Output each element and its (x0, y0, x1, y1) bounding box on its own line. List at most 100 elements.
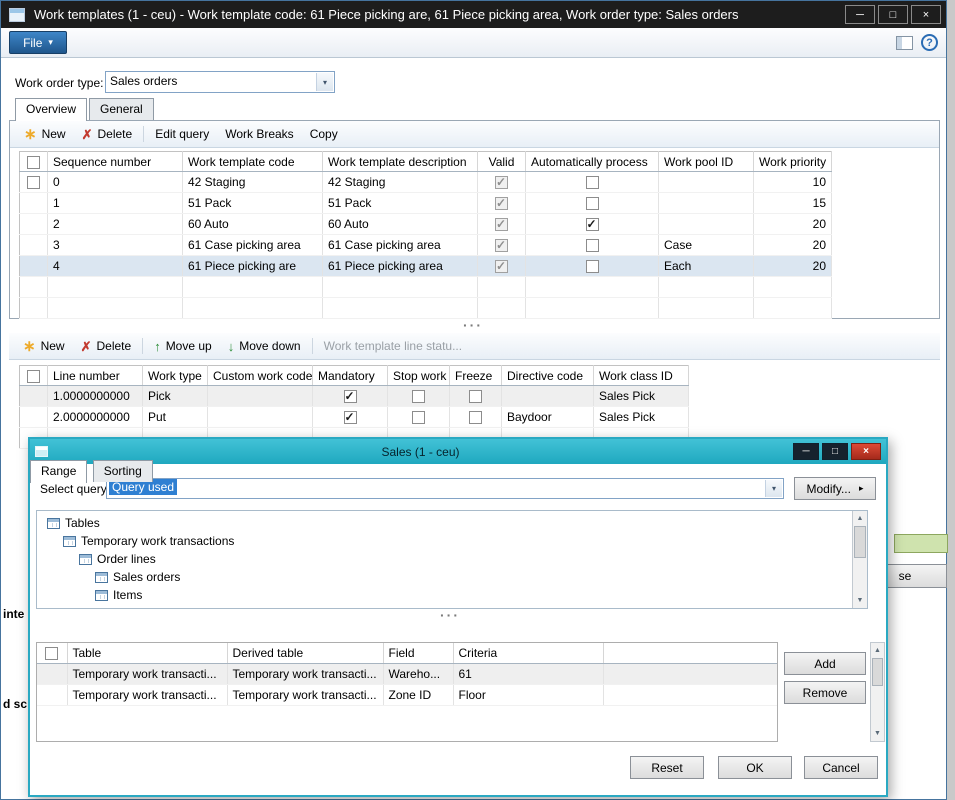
delete-button[interactable]: ✗ Delete (74, 124, 141, 144)
auto-process-checkbox[interactable] (586, 260, 599, 273)
maximize-button[interactable]: □ (878, 5, 908, 24)
row-select-checkbox[interactable] (27, 176, 40, 189)
mandatory-checkbox[interactable] (344, 390, 357, 403)
add-button[interactable]: Add (784, 652, 866, 675)
copy-button[interactable]: Copy (302, 124, 346, 144)
cancel-button[interactable]: Cancel (804, 756, 878, 779)
scroll-down-button[interactable]: ▼ (853, 593, 867, 608)
tree-item-items[interactable]: Items (37, 586, 852, 604)
dialog-minimize-button[interactable]: ─ (793, 443, 819, 460)
column-header[interactable]: Field (383, 643, 453, 663)
tree-scrollbar[interactable]: ▲ ▼ (852, 511, 867, 608)
tree-item-temporary-work-transactions[interactable]: Temporary work transactions (37, 532, 852, 550)
dialog-splitter[interactable]: ··· (440, 611, 460, 619)
new-button[interactable]: ∗ New (16, 124, 74, 145)
auto-process-checkbox[interactable] (586, 176, 599, 189)
ok-button[interactable]: OK (718, 756, 792, 779)
grid1-row[interactable]: 0 42 Staging 42 Staging 10 (20, 172, 832, 193)
select-all-cell[interactable] (20, 366, 48, 386)
range-scrollbar[interactable]: ▲ ▼ (870, 642, 885, 742)
grid1-row[interactable]: 3 61 Case picking area 61 Case picking a… (20, 235, 832, 256)
horizontal-splitter[interactable]: ··· (463, 321, 483, 329)
column-header[interactable]: Criteria (453, 643, 603, 663)
column-header[interactable]: Directive code (502, 366, 594, 386)
select-all-checkbox[interactable] (45, 647, 58, 660)
scroll-track[interactable] (871, 658, 884, 726)
close-button[interactable]: × (911, 5, 941, 24)
layout-icon[interactable] (896, 36, 913, 50)
help-icon[interactable]: ? (921, 34, 938, 51)
auto-process-checkbox[interactable] (586, 239, 599, 252)
stop-work-checkbox[interactable] (412, 390, 425, 403)
column-header[interactable]: Work class ID (594, 366, 689, 386)
column-header[interactable]: Mandatory (313, 366, 388, 386)
column-header[interactable]: Line number (48, 366, 143, 386)
scroll-down-button[interactable]: ▼ (871, 726, 884, 741)
grid1-header-row: Sequence number Work template code Work … (20, 152, 832, 172)
dialog-title: Sales (1 - ceu) (48, 445, 793, 459)
column-header[interactable]: Valid (478, 152, 526, 172)
grid1-row[interactable]: 1 51 Pack 51 Pack 15 (20, 193, 832, 214)
scroll-thumb[interactable] (872, 658, 883, 686)
stop-work-checkbox[interactable] (412, 411, 425, 424)
minimize-button[interactable]: ─ (845, 5, 875, 24)
grid2-row[interactable]: 2.0000000000 Put Baydoor Sales Pick (20, 407, 689, 428)
combo-arrow-icon[interactable]: ▾ (316, 73, 333, 91)
delete-line-button[interactable]: ✗ Delete (73, 336, 140, 356)
dialog-maximize-button[interactable]: □ (822, 443, 848, 460)
column-header[interactable]: Freeze (450, 366, 502, 386)
combo-arrow-icon[interactable]: ▾ (765, 480, 782, 497)
new-line-button[interactable]: ∗ New (15, 336, 73, 357)
work-order-type-select[interactable]: Sales orders ▾ (105, 71, 335, 93)
column-header[interactable]: Work type (143, 366, 208, 386)
scroll-track[interactable] (853, 526, 867, 593)
app-icon (9, 8, 25, 22)
auto-process-checkbox[interactable] (586, 218, 599, 231)
sales-query-dialog: Sales (1 - ceu) ─ □ × Select query: Quer… (28, 437, 888, 797)
remove-button[interactable]: Remove (784, 681, 866, 704)
column-header[interactable]: Work template description (323, 152, 478, 172)
move-up-button[interactable]: ↑ Move up (146, 336, 220, 356)
tab-general[interactable]: General (89, 98, 154, 120)
select-all-checkbox[interactable] (27, 156, 40, 169)
edit-query-button[interactable]: Edit query (147, 124, 217, 144)
column-header[interactable]: Derived table (227, 643, 383, 663)
tab-overview[interactable]: Overview (15, 98, 87, 121)
dialog-close-button[interactable]: × (851, 443, 881, 460)
tree-item-tables[interactable]: Tables (37, 514, 852, 532)
column-header[interactable]: Work pool ID (659, 152, 754, 172)
freeze-checkbox[interactable] (469, 411, 482, 424)
tree-item-order-lines[interactable]: Order lines (37, 550, 852, 568)
grid2-row[interactable]: 1.0000000000 Pick Sales Pick (20, 386, 689, 407)
column-header[interactable]: Custom work code (208, 366, 313, 386)
select-all-cell[interactable] (37, 643, 67, 663)
tree-item-sales-orders[interactable]: Sales orders (37, 568, 852, 586)
column-header[interactable]: Stop work (388, 366, 450, 386)
mandatory-checkbox[interactable] (344, 411, 357, 424)
column-header[interactable]: Table (67, 643, 227, 663)
tab-sorting[interactable]: Sorting (93, 460, 153, 482)
reset-button[interactable]: Reset (630, 756, 704, 779)
scroll-up-button[interactable]: ▲ (871, 643, 884, 658)
select-query-combobox[interactable]: Query used ▾ (106, 478, 784, 499)
range-row[interactable]: Temporary work transacti... Temporary wo… (37, 663, 777, 684)
select-all-cell[interactable] (20, 152, 48, 172)
scroll-up-button[interactable]: ▲ (853, 511, 867, 526)
auto-process-checkbox[interactable] (586, 197, 599, 210)
column-header[interactable]: Work template code (183, 152, 323, 172)
grid1-row[interactable]: 2 60 Auto 60 Auto 20 (20, 214, 832, 235)
column-header[interactable]: Work priority (754, 152, 832, 172)
scroll-thumb[interactable] (854, 526, 866, 558)
file-menu-button[interactable]: File ▾ (9, 31, 67, 54)
dialog-body: Select query: Query used ▾ Modify... ▸ T… (30, 464, 886, 795)
grid1-row-selected[interactable]: 4 61 Piece picking are 61 Piece picking … (20, 256, 832, 277)
range-row[interactable]: Temporary work transacti... Temporary wo… (37, 684, 777, 705)
tab-range[interactable]: Range (30, 460, 87, 483)
column-header[interactable]: Automatically process (526, 152, 659, 172)
select-all-checkbox[interactable] (27, 370, 40, 383)
move-down-button[interactable]: ↓ Move down (220, 336, 309, 356)
freeze-checkbox[interactable] (469, 390, 482, 403)
work-breaks-button[interactable]: Work Breaks (217, 124, 301, 144)
column-header[interactable]: Sequence number (48, 152, 183, 172)
modify-button[interactable]: Modify... ▸ (794, 477, 876, 500)
